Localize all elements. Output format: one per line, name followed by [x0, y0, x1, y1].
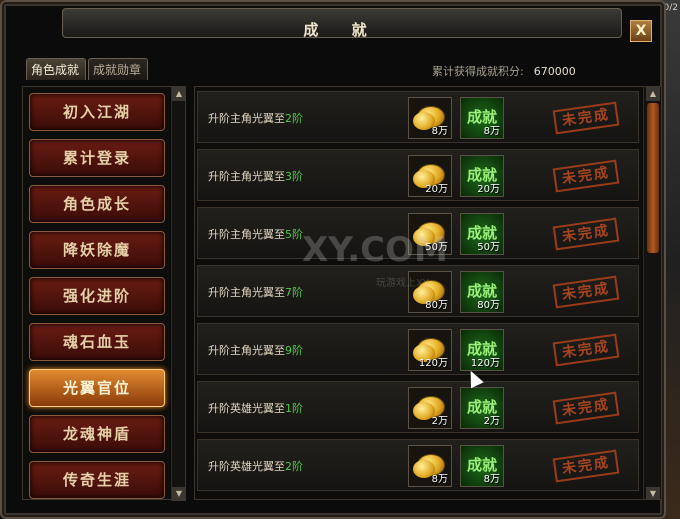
- achievement-list: 升阶主角光翼至2阶 8万 成就 8万 未完成 升阶主角光翼至3阶 20万 成就 20…: [194, 86, 662, 500]
- points-amount: 2万: [483, 416, 500, 427]
- points-amount: 8万: [483, 474, 500, 485]
- category-soulstone[interactable]: 魂石血玉: [29, 323, 165, 361]
- achievement-points-reward[interactable]: 成就 80万: [460, 271, 504, 313]
- gold-reward[interactable]: 8万: [408, 445, 452, 487]
- tab-character-achievements[interactable]: 角色成就: [26, 58, 86, 80]
- category-dragon-shield[interactable]: 龙魂神盾: [29, 415, 165, 453]
- achievement-title: 升阶主角光翼至9阶: [208, 344, 303, 357]
- achievement-title: 升阶主角光翼至2阶: [208, 112, 303, 125]
- scrollbar-thumb[interactable]: [647, 103, 659, 253]
- gold-amount: 8万: [431, 126, 448, 137]
- incomplete-stamp: 未完成: [552, 217, 620, 251]
- achievement-points-reward[interactable]: 成就 120万: [460, 329, 504, 371]
- achievement-title: 升阶主角光翼至5阶: [208, 228, 303, 241]
- close-button[interactable]: X: [630, 20, 652, 42]
- achievement-row: 升阶英雄光翼至2阶 8万 成就 8万 未完成: [197, 439, 639, 491]
- points-amount: 80万: [477, 300, 500, 311]
- achievement-points-reward[interactable]: 成就 8万: [460, 97, 504, 139]
- achievement-row: 升阶主角光翼至9阶 120万 成就 120万 未完成: [197, 323, 639, 375]
- gold-amount: 8万: [431, 474, 448, 485]
- achievement-points-reward[interactable]: 成就 50万: [460, 213, 504, 255]
- points-amount: 8万: [483, 126, 500, 137]
- incomplete-stamp: 未完成: [552, 159, 620, 193]
- tab-achievement-medals[interactable]: 成就勋章: [88, 58, 148, 80]
- points-amount: 50万: [477, 242, 500, 253]
- gold-reward[interactable]: 120万: [408, 329, 452, 371]
- achievement-title: 升阶主角光翼至7阶: [208, 286, 303, 299]
- gold-reward[interactable]: 2万: [408, 387, 452, 429]
- gold-amount: 20万: [425, 184, 448, 195]
- achievement-row: 升阶英雄光翼至1阶 2万 成就 2万 未完成: [197, 381, 639, 433]
- category-wings-rank[interactable]: 光翼官位: [29, 369, 165, 407]
- category-panel: 初入江湖 累计登录 角色成长 降妖除魔 强化进阶 魂石血玉 光翼官位 龙魂神盾 …: [22, 86, 186, 501]
- gold-reward[interactable]: 8万: [408, 97, 452, 139]
- scroll-down-arrow-icon[interactable]: ▼: [172, 487, 186, 501]
- score-value: 670000: [533, 65, 576, 78]
- gold-amount: 120万: [418, 358, 448, 369]
- category-enhance[interactable]: 强化进阶: [29, 277, 165, 315]
- category-beginner[interactable]: 初入江湖: [29, 93, 165, 131]
- scroll-up-arrow-icon[interactable]: ▲: [646, 87, 660, 101]
- achievement-row: 升阶主角光翼至7阶 80万 成就 80万 未完成: [197, 265, 639, 317]
- achievement-points-reward[interactable]: 成就 20万: [460, 155, 504, 197]
- incomplete-stamp: 未完成: [552, 391, 620, 425]
- window-title: 成 就: [303, 21, 381, 39]
- achievement-row: 升阶主角光翼至2阶 8万 成就 8万 未完成: [197, 91, 639, 143]
- category-login[interactable]: 累计登录: [29, 139, 165, 177]
- incomplete-stamp: 未完成: [552, 333, 620, 367]
- points-amount: 120万: [470, 358, 500, 369]
- category-scrollbar[interactable]: ▲ ▼: [171, 87, 186, 501]
- title-bar[interactable]: 成 就: [62, 8, 622, 39]
- achievement-title: 升阶英雄光翼至2阶: [208, 460, 303, 473]
- score-label: 累计获得成就积分:: [432, 65, 524, 78]
- incomplete-stamp: 未完成: [552, 101, 620, 135]
- achievement-scrollbar[interactable]: ▲ ▼: [643, 87, 661, 499]
- achievement-row: 升阶主角光翼至3阶 20万 成就 20万 未完成: [197, 149, 639, 201]
- watermark-slogan: 玩游戏上XY: [376, 278, 429, 289]
- achievement-points-reward[interactable]: 成就 2万: [460, 387, 504, 429]
- category-growth[interactable]: 角色成长: [29, 185, 165, 223]
- achievement-score: 累计获得成就积分: 670000: [432, 63, 576, 79]
- achievement-title: 升阶英雄光翼至1阶: [208, 402, 303, 415]
- category-legend-career[interactable]: 传奇生涯: [29, 461, 165, 499]
- gold-reward[interactable]: 20万: [408, 155, 452, 197]
- incomplete-stamp: 未完成: [552, 275, 620, 309]
- scroll-up-arrow-icon[interactable]: ▲: [172, 87, 186, 101]
- watermark: XY.COM: [302, 230, 448, 270]
- gold-amount: 80万: [425, 300, 448, 311]
- incomplete-stamp: 未完成: [552, 449, 620, 483]
- achievement-points-reward[interactable]: 成就 8万: [460, 445, 504, 487]
- points-amount: 20万: [477, 184, 500, 195]
- gold-amount: 2万: [431, 416, 448, 427]
- category-demon-slaying[interactable]: 降妖除魔: [29, 231, 165, 269]
- achievement-window: 成 就 X 角色成就 成就勋章 累计获得成就积分: 670000 初入江湖 累计登…: [0, 0, 666, 519]
- scroll-down-arrow-icon[interactable]: ▼: [646, 487, 660, 499]
- achievement-title: 升阶主角光翼至3阶: [208, 170, 303, 183]
